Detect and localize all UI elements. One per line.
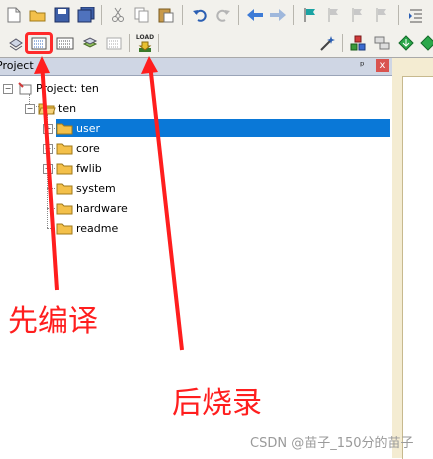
annotation-download: 后烧录 [172,386,262,421]
annotation-compile: 先编译 [8,304,98,339]
watermark: CSDN @苗子_150分的苗子 [250,436,414,451]
